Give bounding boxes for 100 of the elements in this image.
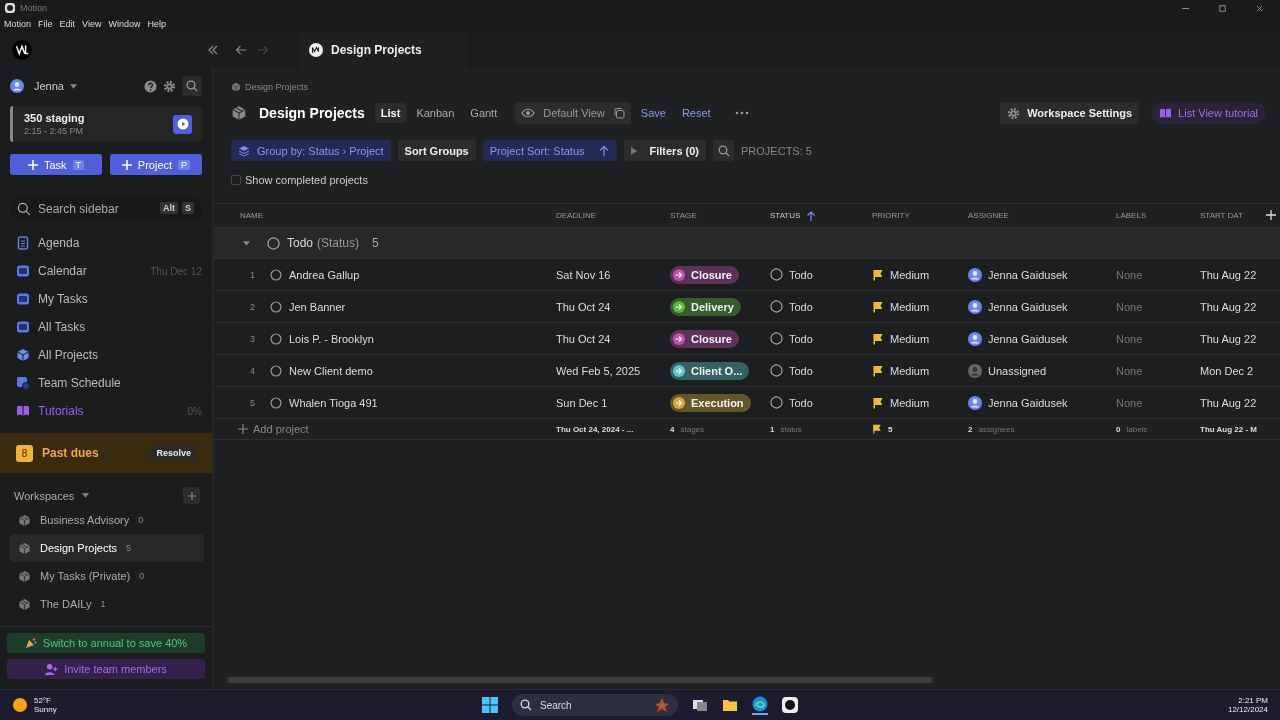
invite-button[interactable]: Invite team members <box>7 659 205 679</box>
summary-unit: labels <box>1126 424 1148 434</box>
labels-cell[interactable]: None <box>1116 396 1143 409</box>
status-cell[interactable]: Todo <box>789 300 813 313</box>
checkbox-label[interactable]: Show completed projects <box>245 174 368 186</box>
column-header[interactable]: DEADLINE <box>556 211 596 220</box>
user-name[interactable]: Jenna <box>34 80 64 92</box>
event-time: 2:15 - 2:45 PM <box>24 126 85 136</box>
stage-pill[interactable]: Execution <box>670 393 751 412</box>
tab[interactable]: Design Projects <box>299 32 467 68</box>
project-name[interactable]: Lois P. - Brooklyn <box>289 332 374 345</box>
column-header[interactable]: STATUS <box>770 211 801 220</box>
project-sort-button[interactable]: Project Sort: Status <box>482 140 617 161</box>
workspace-item[interactable]: My Tasks (Private) 0 <box>10 562 204 590</box>
menu-item[interactable]: Help <box>147 19 166 29</box>
project-name[interactable]: New Client demo <box>289 364 373 377</box>
nav-item[interactable]: All Tasks <box>16 313 202 341</box>
assignee-cell[interactable]: Jenna Gaidusek <box>988 332 1068 345</box>
breadcrumb[interactable]: Design Projects <box>245 82 309 92</box>
start-date-cell[interactable]: Thu Aug 22 <box>1200 396 1257 409</box>
group-by-button[interactable]: Group by: Status › Project <box>231 140 391 161</box>
status-cell[interactable]: Todo <box>789 268 813 281</box>
priority-cell[interactable]: Medium <box>890 268 930 281</box>
column-header[interactable]: PRIORITY <box>872 211 910 220</box>
nav-item[interactable]: All Projects <box>16 341 202 369</box>
deadline-cell[interactable]: Thu Oct 24 <box>556 300 611 313</box>
sort-groups-button[interactable]: Sort Groups <box>397 140 476 161</box>
deadline-cell[interactable]: Thu Oct 24 <box>556 332 611 345</box>
assignee-cell[interactable]: Unassigned <box>988 364 1047 377</box>
labels-cell[interactable]: None <box>1116 332 1143 345</box>
priority-cell[interactable]: Medium <box>890 364 930 377</box>
start-date-cell[interactable]: Thu Aug 22 <box>1200 332 1257 345</box>
view-tab[interactable]: Kanban <box>410 103 461 123</box>
column-header[interactable]: START DAT <box>1200 211 1243 220</box>
priority-cell[interactable]: Medium <box>890 396 930 409</box>
filters-button[interactable]: Filters (0) <box>623 140 706 161</box>
workspace-count: 0 <box>138 515 144 525</box>
assignee-cell[interactable]: Jenna Gaidusek <box>988 300 1068 313</box>
status-cell[interactable]: Todo <box>789 364 813 377</box>
deadline-cell[interactable]: Sun Dec 1 <box>556 396 608 409</box>
stage-pill[interactable]: Client O... <box>670 361 750 380</box>
resolve-button[interactable]: Resolve <box>151 445 196 461</box>
nav-label: Tutorials <box>38 404 84 418</box>
assignee-cell[interactable]: Jenna Gaidusek <box>988 396 1068 409</box>
stage-pill[interactable]: Closure <box>670 265 739 284</box>
view-tab[interactable]: Gantt <box>464 103 504 123</box>
group-header[interactable]: Todo (Status) 5 <box>214 228 1280 259</box>
start-date-cell[interactable]: Thu Aug 22 <box>1200 268 1257 281</box>
deadline-cell[interactable]: Sat Nov 16 <box>556 268 611 281</box>
start-date-cell[interactable]: Thu Aug 22 <box>1200 300 1257 313</box>
project-name[interactable]: Andrea Gallup <box>289 268 360 281</box>
workspace-settings-button[interactable]: Workspace Settings <box>1000 102 1140 124</box>
labels-cell[interactable]: None <box>1116 268 1143 281</box>
assignee-cell[interactable]: Jenna Gaidusek <box>988 268 1068 281</box>
view-tab[interactable]: List <box>374 103 407 123</box>
workspace-item[interactable]: The DAILy 1 <box>10 590 204 618</box>
priority-cell[interactable]: Medium <box>890 332 930 345</box>
workspaces-heading[interactable]: Workspaces <box>14 489 75 502</box>
project-name[interactable]: Whalen Tioga 491 <box>289 396 378 409</box>
labels-cell[interactable]: None <box>1116 300 1143 313</box>
nav-item[interactable]: Agenda <box>16 229 202 257</box>
add-project-button[interactable]: Add project <box>238 423 309 435</box>
menu-item[interactable]: Window <box>108 19 141 29</box>
save-button[interactable]: Save <box>634 107 672 119</box>
summary-cell: 5 <box>888 424 893 434</box>
stage-pill[interactable]: Closure <box>670 329 739 348</box>
status-cell[interactable]: Todo <box>789 332 813 345</box>
column-header[interactable]: STAGE <box>670 211 697 220</box>
column-header[interactable]: NAME <box>240 211 264 220</box>
column-header[interactable]: ASSIGNEE <box>968 211 1009 220</box>
start-date-cell[interactable]: Mon Dec 2 <box>1200 364 1254 377</box>
nav-item[interactable]: Team Schedule <box>16 369 202 397</box>
create-button[interactable]: Project P <box>110 154 202 175</box>
upgrade-button[interactable]: Switch to annual to save 40% <box>7 633 205 653</box>
column-header[interactable]: LABELS <box>1116 211 1147 220</box>
status-cell[interactable]: Todo <box>789 396 813 409</box>
create-button[interactable]: Task T <box>10 154 102 175</box>
workspace-item[interactable]: Business Advisory 0 <box>10 506 204 534</box>
taskbar-search[interactable]: Search <box>512 694 678 716</box>
project-name[interactable]: Jen Banner <box>289 300 346 313</box>
nav-item[interactable]: My Tasks <box>16 285 202 313</box>
menu-item[interactable]: File <box>38 19 53 29</box>
menu-item[interactable]: Edit <box>59 19 76 29</box>
clock-time[interactable]: 2:21 PM <box>1238 696 1268 705</box>
event-title: 350 staging <box>24 112 86 124</box>
priority-cell[interactable]: Medium <box>890 300 930 313</box>
event-card[interactable]: 350 staging 2:15 - 2:45 PM <box>10 106 202 142</box>
view-selector[interactable]: Default View <box>515 102 631 124</box>
labels-cell[interactable]: None <box>1116 364 1143 377</box>
deadline-cell[interactable]: Wed Feb 5, 2025 <box>556 364 641 377</box>
group-count: 5 <box>372 236 379 250</box>
window-title: Motion <box>20 3 47 13</box>
menu-item[interactable]: Motion <box>4 19 31 29</box>
nav-label: All Tasks <box>38 320 86 334</box>
workspace-item[interactable]: Design Projects 5 <box>10 534 204 562</box>
reset-button[interactable]: Reset <box>675 107 717 119</box>
tutorial-button[interactable]: List View tutorial <box>1151 102 1266 124</box>
stage-pill[interactable]: Delivery <box>670 297 741 316</box>
menu-item[interactable]: View <box>82 19 102 29</box>
clock-date[interactable]: 12/12/2024 <box>1227 705 1268 714</box>
